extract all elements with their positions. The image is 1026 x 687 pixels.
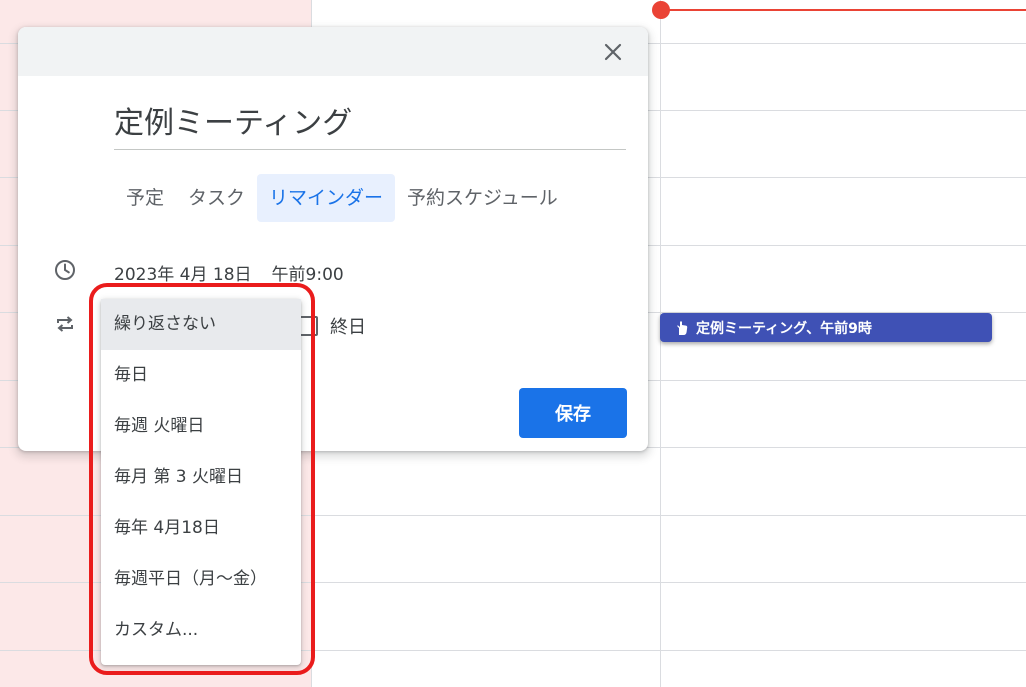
date-value: 2023年 4月 18日 [114,265,252,285]
event-type-tabs: 予定 タスク リマインダー 予約スケジュール [114,173,570,223]
tab-reminder[interactable]: リマインダー [257,174,396,222]
hand-icon [674,320,690,336]
allday-label[interactable]: 終日 [330,313,366,339]
dialog-drag-header[interactable] [18,27,648,76]
repeat-option-none[interactable]: 繰り返さない [101,299,301,350]
event-chip-label: 定例ミーティング、午前9時 [696,320,872,337]
repeat-option-daily[interactable]: 毎日 [101,350,301,401]
tab-appointment-schedule[interactable]: 予約スケジュール [395,174,570,222]
allday-option: 終日 [298,313,366,339]
tab-event[interactable]: 予定 [114,174,176,222]
tab-task[interactable]: タスク [176,174,257,222]
current-time-dot [652,1,670,19]
day-divider [660,0,661,687]
repeat-dropdown-menu: 繰り返さない 毎日 毎週 火曜日 毎月 第 3 火曜日 毎年 4月18日 毎週平… [101,299,301,665]
repeat-option-custom[interactable]: カスタム... [101,605,301,656]
close-button[interactable] [598,37,628,67]
reminder-event-chip[interactable]: 定例ミーティング、午前9時 [660,313,992,342]
close-icon [604,43,622,61]
repeat-option-yearly[interactable]: 毎年 4月18日 [101,503,301,554]
repeat-option-weekdays[interactable]: 毎週平日（月～金） [101,554,301,605]
date-time-display[interactable]: 2023年 4月 18日 午前9:00 [114,260,344,285]
time-value: 午前9:00 [271,265,344,285]
current-time-line [661,9,1026,11]
allday-checkbox[interactable] [298,316,318,336]
clock-icon [52,257,78,283]
repeat-option-weekly[interactable]: 毎週 火曜日 [101,401,301,452]
save-button[interactable]: 保存 [519,388,627,438]
repeat-option-monthly[interactable]: 毎月 第 3 火曜日 [101,452,301,503]
repeat-icon [52,311,78,337]
title-input[interactable]: 定例ミーティング [114,99,626,150]
